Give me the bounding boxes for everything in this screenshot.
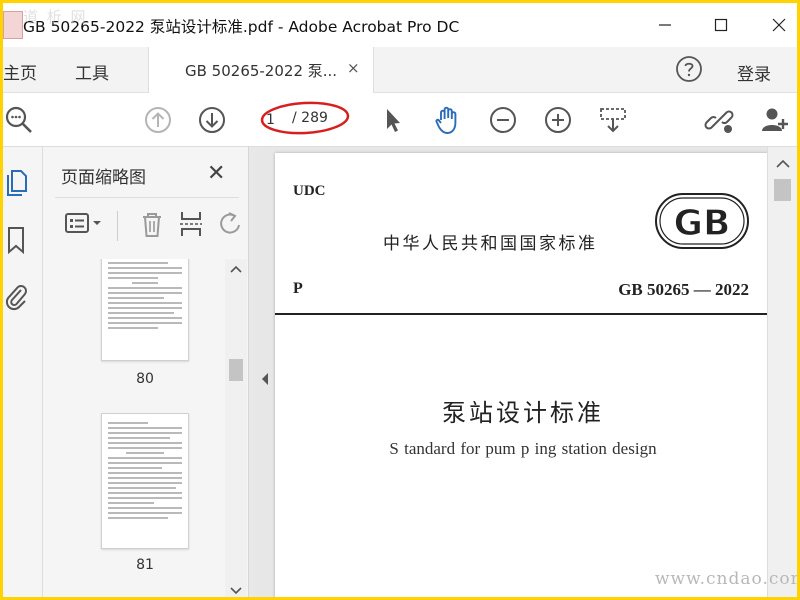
close-window-button[interactable] [749,7,797,43]
delete-page-icon[interactable] [137,209,167,239]
thumbnail-scrollbar[interactable] [225,259,247,597]
panel-title: 页面缩略图 [61,168,146,188]
document-view[interactable]: UDC 中华人民共和国国家标准 GB P GB 50265 — 2022 泵站设… [257,147,767,597]
window-title: GB 50265-2022 泵站设计标准.pdf - Adobe Acrobat… [23,18,460,36]
collapse-panel-icon[interactable] [259,371,271,387]
acrobat-window: GB 50265-2022 泵站设计标准.pdf - Adobe Acrobat… [3,3,797,597]
document-title-english: S tandard for pum p ing station design [389,439,657,458]
title-bar: GB 50265-2022 泵站设计标准.pdf - Adobe Acrobat… [3,3,797,47]
scroll-down-icon[interactable] [230,587,242,595]
page-navigator: / 289 [262,106,346,132]
scrollbar-thumb[interactable] [774,179,791,201]
scroll-up-icon[interactable] [776,159,790,169]
select-cursor-icon[interactable] [376,104,408,136]
panel-splitter[interactable] [249,147,257,597]
sign-in-button[interactable]: 登录 [737,60,771,85]
help-icon[interactable] [675,55,703,83]
total-pages: / 289 [292,110,328,126]
next-page-icon[interactable] [196,104,228,136]
maximize-icon [714,18,728,32]
zoom-out-icon[interactable] [487,104,519,136]
document-scrollbar[interactable] [767,147,797,597]
add-user-icon[interactable] [759,104,791,136]
divider [117,211,118,241]
document-title-chinese: 泵站设计标准 [442,399,604,427]
gb-logo: GB [655,193,749,249]
document-tab-close-icon[interactable]: × [347,59,360,77]
divider [55,197,239,198]
scroll-up-icon[interactable] [230,265,242,273]
hand-tool-icon[interactable] [432,104,464,136]
scrollbar-thumb[interactable] [229,359,243,381]
gb-logo-text: GB [674,203,731,244]
current-page-input[interactable] [266,110,292,130]
udc-label: UDC [293,183,326,199]
maximize-button[interactable] [691,7,751,43]
navigation-rail [3,147,43,597]
close-icon [772,18,786,32]
rotate-page-icon[interactable] [215,209,245,239]
minimize-icon [659,24,671,26]
divider [275,313,767,315]
thumbnail-panel: 页面缩略图 ✕ 80 81 [43,147,249,597]
bookmarks-icon[interactable] [3,225,29,255]
tab-document[interactable]: GB 50265-2022 泵... × [148,47,374,93]
tab-home[interactable]: 主页 [3,59,37,84]
pdf-page: UDC 中华人民共和国国家标准 GB P GB 50265 — 2022 泵站设… [275,153,767,597]
thumbnail-label: 80 [136,371,154,387]
toolbar: / 289 [3,93,797,147]
panel-close-icon[interactable]: ✕ [207,161,225,186]
thumbnail-page-81[interactable] [101,413,189,549]
national-standard-heading: 中华人民共和国国家标准 [383,234,598,254]
thumbnail-label: 81 [136,557,154,573]
panel-toolbar [43,205,249,245]
thumbnail-page-80[interactable] [101,259,189,361]
tab-tools[interactable]: 工具 [75,59,109,84]
marquee-zoom-icon[interactable] [597,104,629,136]
page-thumbnails-icon[interactable] [3,167,29,197]
acrobat-logo-icon [3,11,23,39]
prev-page-icon[interactable] [142,104,174,136]
share-link-icon[interactable] [703,104,735,136]
zoom-in-icon[interactable] [542,104,574,136]
standard-number: GB 50265 — 2022 [618,280,749,299]
minimize-button[interactable] [635,7,695,43]
thumbnail-list[interactable]: 80 81 [43,259,247,597]
category-code: P [293,280,303,297]
search-icon[interactable] [3,104,35,136]
attachments-icon[interactable] [3,281,29,311]
options-menu-icon[interactable] [63,209,107,239]
insert-page-icon[interactable] [177,209,207,239]
document-tab-label: GB 50265-2022 泵... [185,62,338,80]
tab-bar: 主页 工具 GB 50265-2022 泵... × 登录 [3,47,797,93]
